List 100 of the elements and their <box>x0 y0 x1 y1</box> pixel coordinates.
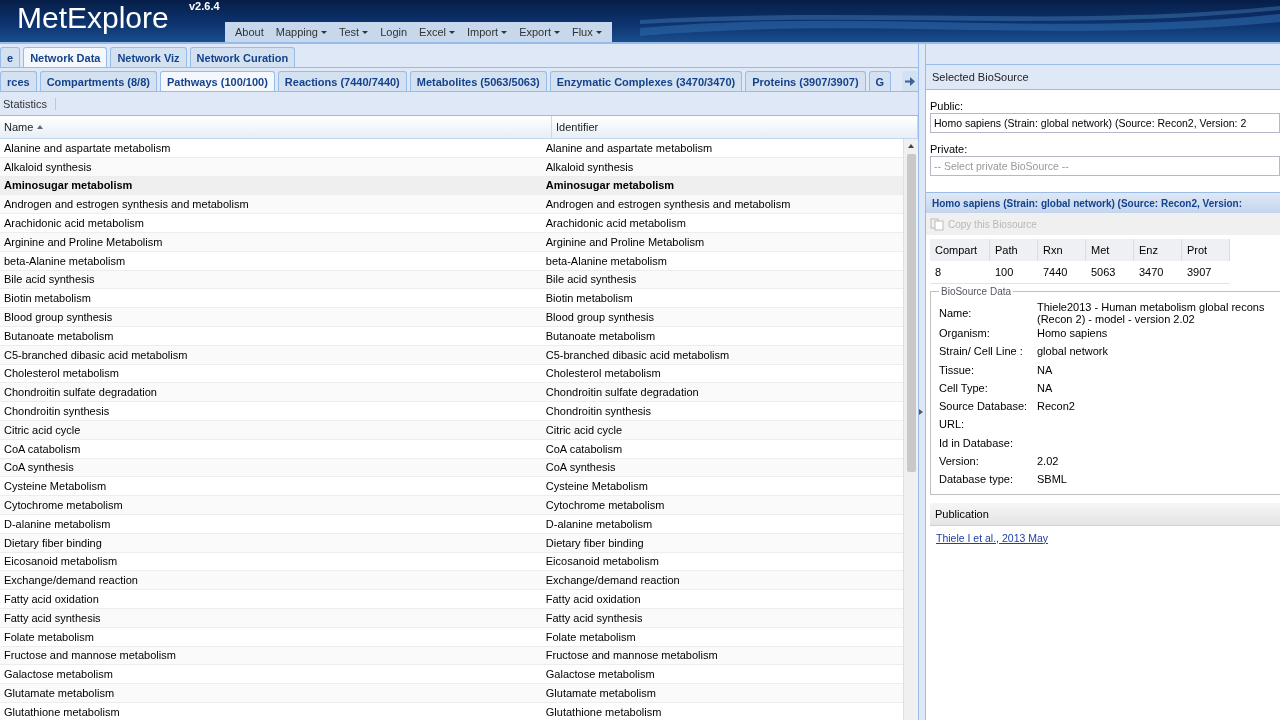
menu-item[interactable]: About <box>229 26 270 38</box>
table-cell-text: Butanoate metabolism <box>3 329 115 342</box>
table-cell-text: Cysteine Metabolism <box>3 480 108 493</box>
table-cell-text: Biotin metabolism <box>544 292 634 305</box>
table-cell-text: Alkaloid synthesis <box>3 160 93 173</box>
table-cell-text: Dietary fiber binding <box>3 536 103 549</box>
table-cell-text: Androgen and estrogen synthesis and metabolism <box>544 198 792 211</box>
tab[interactable]: Reactions (7440/7440) <box>277 71 407 91</box>
table-cell-text: Bile acid synthesis <box>3 273 96 286</box>
tab[interactable]: Network Data <box>23 47 108 67</box>
tab[interactable]: e <box>0 47 21 67</box>
table-cell-text: Chondroitin sulfate degradation <box>544 386 700 399</box>
table-cell-text: C5-branched dibasic acid metabolism <box>544 348 731 361</box>
table-cell-text: Cytochrome metabolism <box>3 499 124 512</box>
table-cell-text: Chondroitin sulfate degradation <box>3 386 158 399</box>
tab[interactable]: Pathways (100/100) <box>159 71 275 91</box>
table-row[interactable]: Exchange/demand reaction Exchange/demand reaction <box>0 571 903 591</box>
table-cell: 7440 <box>1038 261 1086 284</box>
tab[interactable]: Compartments (8/8) <box>39 71 157 91</box>
table-row[interactable]: Androgen and estrogen synthesis and metabolism Androgen and estrogen synthesis and metabolism <box>0 195 903 215</box>
tab[interactable]: Metabolites (5063/5063) <box>409 71 547 91</box>
statistics-button[interactable]: Statistics <box>0 97 56 110</box>
column-title: Name <box>4 121 34 133</box>
app-logo: MetExplore <box>17 0 169 36</box>
column-title: Identifier <box>556 121 599 133</box>
menu-item[interactable]: Flux <box>565 26 608 38</box>
table-cell-text: Folate metabolism <box>544 630 637 643</box>
menu-item[interactable]: Login <box>374 26 414 38</box>
version-label: v2.6.4 <box>189 0 220 12</box>
table-cell-text: Galactose metabolism <box>3 668 114 681</box>
table-cell-text: Exchange/demand reaction <box>544 574 681 587</box>
field-label: Cell Type: <box>939 380 989 394</box>
table-cell-text: beta-Alanine metabolism <box>3 254 127 267</box>
menu-item[interactable]: Excel <box>413 26 461 38</box>
field-label: Version: <box>939 454 980 468</box>
table-cell-text: D-alanine metabolism <box>3 517 112 530</box>
menu-item[interactable]: Export <box>513 26 566 38</box>
table-cell-text: Glutamate metabolism <box>3 687 116 699</box>
tab[interactable]: Enzymatic Complexes (3470/3470) <box>549 71 743 91</box>
table-cell-text: Alanine and aspartate metabolism <box>544 141 714 154</box>
tab[interactable]: G <box>868 71 892 91</box>
table-cell-text: C5-branched dibasic acid metabolism <box>3 348 189 361</box>
table-cell-text: Fructose and mannose metabolism <box>3 649 177 662</box>
field-value: SBML <box>1037 472 1067 486</box>
table-row[interactable]: Glutamate metabolism Glutamate metabolism <box>0 684 903 703</box>
tab[interactable]: rces <box>0 71 37 91</box>
table-cell-text: CoA synthesis <box>3 461 75 474</box>
table-row[interactable]: Blood group synthesis Blood group synthesis <box>0 308 903 327</box>
table-cell-text: Biotin metabolism <box>3 292 92 305</box>
group-legend: BioSource Data <box>939 286 1014 297</box>
table-cell-text: Cytochrome metabolism <box>544 499 666 512</box>
publication-link[interactable]: Thiele I et al., 2013 May <box>936 531 1049 544</box>
table-cell-text: Blood group synthesis <box>544 311 655 324</box>
table-cell-text: Eicosanoid metabolism <box>544 555 660 568</box>
field-label: Private: <box>930 143 969 155</box>
table-cell-text: Fatty acid synthesis <box>544 611 644 624</box>
table-cell-text: CoA catabolism <box>3 442 82 455</box>
column-header: Prot <box>1182 239 1230 261</box>
table-cell-text: Fatty acid oxidation <box>3 593 100 605</box>
column-header[interactable]: Name <box>0 116 552 138</box>
table-cell-text: Folate metabolism <box>3 630 95 643</box>
table-cell-text: Arachidonic acid metabolism <box>3 217 145 230</box>
table-cell-text: Arachidonic acid metabolism <box>544 217 687 230</box>
table-cell-text: Alkaloid synthesis <box>544 160 635 173</box>
field-label: Tissue: <box>939 362 976 376</box>
table-cell: 8 <box>930 261 990 284</box>
panel-title: Selected BioSource <box>926 65 1280 90</box>
table-cell-text: CoA synthesis <box>544 461 617 474</box>
table-cell-text: Arginine and Proline Metabolism <box>3 235 164 248</box>
field-value: global network <box>1037 344 1108 358</box>
public-biosource-field[interactable]: Homo sapiens (Strain: global network) (Source: Recon2, Version: 2 <box>930 113 1280 133</box>
table-cell-text: Fatty acid synthesis <box>3 611 102 624</box>
field-value: Homo sapiens <box>1037 326 1108 339</box>
table-cell-text: Bile acid synthesis <box>544 273 638 286</box>
menu-item[interactable]: Test <box>332 26 375 38</box>
table-cell-text: Fructose and mannose metabolism <box>544 649 719 662</box>
column-header: Enz <box>1134 239 1182 261</box>
table-row[interactable]: Cytochrome metabolism Cytochrome metabolism <box>0 496 903 515</box>
table-cell-text: Glutathione metabolism <box>544 705 663 718</box>
table-cell-text: CoA catabolism <box>544 442 624 455</box>
column-header: Met <box>1086 239 1134 261</box>
table-cell: 3907 <box>1182 261 1230 284</box>
tab[interactable]: Network Curation <box>189 47 296 67</box>
field-label: Database type: <box>939 472 1014 486</box>
table-cell-text: Cholesterol metabolism <box>3 367 120 380</box>
field-value: 2.02 <box>1037 454 1059 468</box>
menu-item[interactable]: Mapping <box>269 26 333 38</box>
table-row[interactable]: Chondroitin sulfate degradation Chondroitin sulfate degradation <box>0 383 903 403</box>
tab[interactable]: Proteins (3907/3907) <box>745 71 866 91</box>
table-cell-text: Chondroitin synthesis <box>544 405 652 418</box>
table-cell-text: Galactose metabolism <box>544 668 656 681</box>
table-cell-text: Arginine and Proline Metabolism <box>544 235 706 248</box>
table-cell-text: beta-Alanine metabolism <box>544 254 668 267</box>
table-cell-text: Cysteine Metabolism <box>544 480 649 493</box>
field-value: NA <box>1037 362 1053 376</box>
field-label: URL: <box>939 417 966 431</box>
table-cell-text: Androgen and estrogen synthesis and metabolism <box>3 198 250 211</box>
menu-item[interactable]: Import <box>460 26 514 38</box>
tab[interactable]: Network Viz <box>110 47 187 67</box>
table-cell-text: Aminosugar metabolism <box>544 179 676 192</box>
